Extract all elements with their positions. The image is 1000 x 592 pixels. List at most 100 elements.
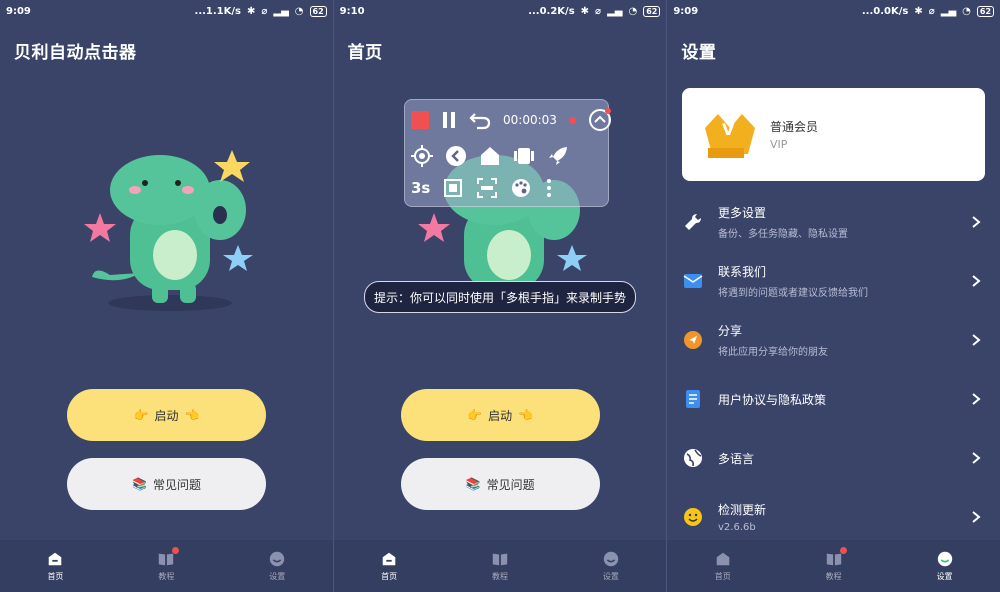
start-label: 启动 xyxy=(488,408,513,423)
share-icon xyxy=(684,331,702,349)
notification-dot xyxy=(172,547,180,554)
signal-icon: ▂▄ xyxy=(940,5,957,17)
home-tab-icon xyxy=(382,552,396,566)
delay-button[interactable]: 3s xyxy=(411,179,430,197)
page-title: 首页 xyxy=(347,43,383,63)
smile-tab-icon xyxy=(603,551,619,567)
settings-item-share[interactable]: 分享 将此应用分享给你的朋友 xyxy=(682,315,982,365)
pause-icon[interactable] xyxy=(441,110,457,130)
settings-item-subtitle: 备份、多任务隐藏、隐私设置 xyxy=(718,229,848,240)
faq-button[interactable]: 📚 常见问题 xyxy=(67,458,266,510)
battery-icon: 62 xyxy=(309,5,327,17)
tab-label: 教程 xyxy=(158,572,175,581)
smile-tab-icon xyxy=(270,551,285,567)
tab-tutorial[interactable]: 教程 xyxy=(136,547,196,582)
battery-icon: 62 xyxy=(976,5,995,17)
back-icon[interactable] xyxy=(445,145,467,167)
settings-item-contact[interactable]: 联系我们将遇到的问题或者建议反馈给我们 xyxy=(682,256,982,306)
tab-tutorial[interactable]: 教程 xyxy=(470,550,530,582)
vip-card[interactable]: V 普通会员 VIP xyxy=(682,88,985,181)
mute-icon: ⌀ xyxy=(928,5,935,17)
signal-icon: ▂▄ xyxy=(607,5,623,17)
mute-icon: ⌀ xyxy=(261,5,268,17)
bottom-tab-bar: 首页 教程 设置 xyxy=(0,540,333,592)
status-time: 9:10 xyxy=(339,5,365,17)
tab-label: 首页 xyxy=(381,572,398,581)
floating-control-panel: 00:00:03 3s xyxy=(404,99,612,207)
chevron-right-icon xyxy=(972,216,981,228)
settings-item-title: 分享 xyxy=(718,324,743,338)
bluetooth-icon: ✱ xyxy=(580,5,590,17)
pointing-hand-icon: 👈 xyxy=(184,408,200,422)
wrench-icon xyxy=(685,214,701,230)
more-icon[interactable] xyxy=(544,177,554,199)
chevron-right-icon xyxy=(972,393,981,405)
tab-label: 首页 xyxy=(47,572,64,581)
start-button[interactable]: 👉 启动 👈 xyxy=(67,389,266,441)
books-icon: 📚 xyxy=(132,477,147,491)
home-tab-icon xyxy=(49,552,62,566)
tab-home[interactable]: 首页 xyxy=(359,550,419,582)
undo-icon[interactable] xyxy=(469,110,491,130)
app-version: v2.6.6b xyxy=(718,522,756,533)
vip-badge-letter: V xyxy=(722,120,735,139)
signal-icon: ▂▄ xyxy=(273,5,289,17)
home-icon[interactable] xyxy=(479,145,501,167)
tab-settings[interactable]: 设置 xyxy=(915,550,975,582)
smile-tab-icon xyxy=(937,551,952,567)
tab-label: 教程 xyxy=(825,572,842,581)
pointing-hand-icon: 👈 xyxy=(518,408,534,422)
settings-item-subtitle: 将遇到的问题或者建议反馈给我们 xyxy=(718,288,868,299)
tab-label: 设置 xyxy=(269,572,286,581)
dinosaur-illustration xyxy=(84,150,253,311)
recents-icon[interactable] xyxy=(513,145,535,167)
window-icon[interactable] xyxy=(442,177,464,199)
faq-button[interactable]: 📚 常见问题 xyxy=(400,458,600,510)
faq-label: 常见问题 xyxy=(486,477,535,492)
palette-icon[interactable] xyxy=(510,177,532,199)
tab-label: 首页 xyxy=(714,572,731,581)
status-time: 9:09 xyxy=(673,5,699,17)
faq-label: 常见问题 xyxy=(152,477,201,492)
tab-settings[interactable]: 设置 xyxy=(581,550,641,582)
target-icon[interactable] xyxy=(411,145,433,167)
record-timer: 00:00:03 xyxy=(503,113,557,127)
stop-record-button[interactable] xyxy=(411,111,429,129)
member-subtitle: VIP xyxy=(770,138,788,151)
chevron-right-icon xyxy=(972,334,981,346)
tab-tutorial[interactable]: 教程 xyxy=(804,547,864,582)
books-icon: 📚 xyxy=(465,477,481,491)
book-icon xyxy=(492,553,508,566)
collapse-icon[interactable] xyxy=(588,108,612,132)
member-level: 普通会员 xyxy=(770,120,819,134)
status-bar: 9:09 ...0.0K/s ✱ ⌀ ▂▄ ◔ 62 xyxy=(667,0,1000,22)
pointing-hand-icon: 👉 xyxy=(133,408,149,422)
status-time: 9:09 xyxy=(6,5,31,17)
page-title: 贝利自动点击器 xyxy=(14,43,137,63)
status-bar: 9:09 ...1.1K/s ✱ ⌀ ▂▄ ◔ 62 xyxy=(0,0,333,22)
start-label: 启动 xyxy=(154,408,179,423)
tab-home[interactable]: 首页 xyxy=(25,550,85,582)
tab-label: 设置 xyxy=(602,572,619,581)
mail-icon xyxy=(683,274,703,288)
settings-item-more[interactable]: 更多设置 备份、多任务隐藏、隐私设置 xyxy=(682,197,982,247)
battery-icon: 62 xyxy=(643,5,661,17)
tab-label: 教程 xyxy=(492,572,508,581)
settings-item-privacy[interactable]: 用户协议与隐私政策 xyxy=(682,374,982,424)
net-speed: ...0.0K/s xyxy=(861,5,909,17)
wifi-icon: ◔ xyxy=(294,5,304,17)
bottom-tab-bar: 首页 教程 设置 xyxy=(667,540,1000,592)
screen-home: 9:09 ...1.1K/s ✱ ⌀ ▂▄ ◔ 62 贝利自动点击器 👉 启动 … xyxy=(0,0,333,592)
bluetooth-icon: ✱ xyxy=(914,5,923,17)
settings-item-title: 联系我们 xyxy=(718,265,767,279)
settings-item-title: 检测更新 xyxy=(718,503,767,517)
scan-icon[interactable] xyxy=(476,177,498,199)
smiley-icon xyxy=(684,508,702,526)
tab-settings[interactable]: 设置 xyxy=(247,550,307,582)
settings-item-language[interactable]: 多语言 xyxy=(682,433,982,483)
rocket-icon[interactable] xyxy=(547,145,569,167)
tab-home[interactable]: 首页 xyxy=(693,550,753,582)
settings-item-update[interactable]: 检测更新 v2.6.6b xyxy=(682,492,982,542)
globe-icon xyxy=(684,449,702,467)
start-button[interactable]: 👉 启动 👈 xyxy=(400,389,600,441)
